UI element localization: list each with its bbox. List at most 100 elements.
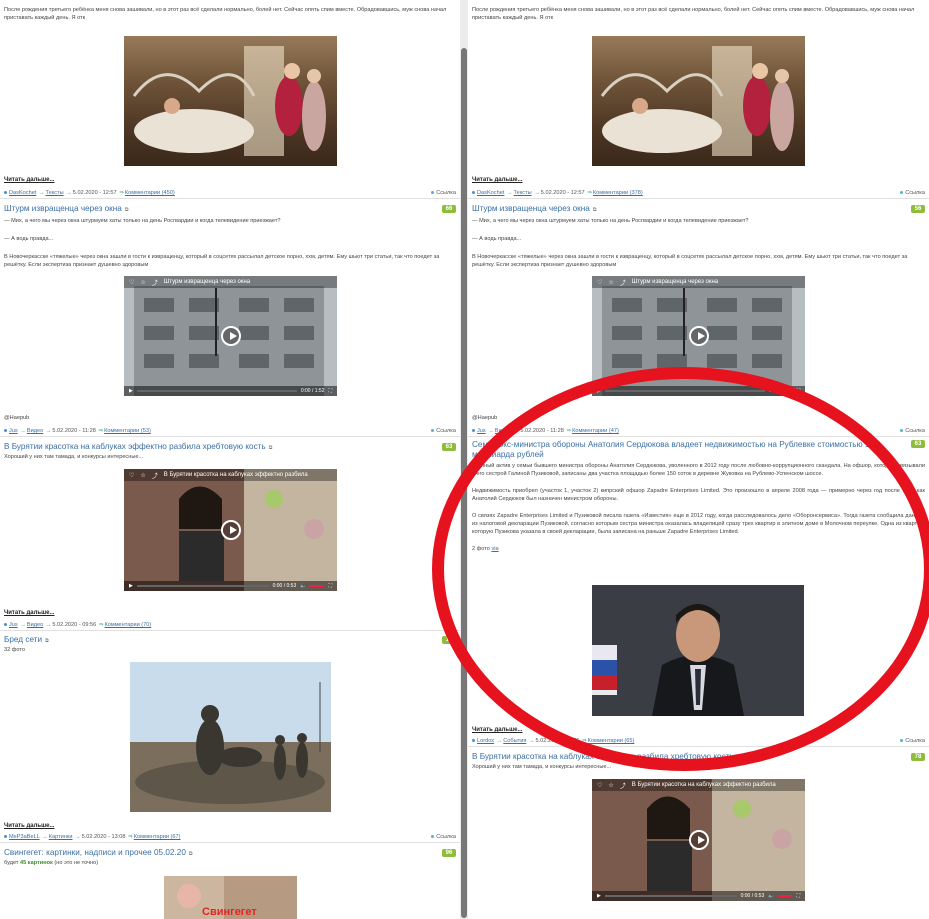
category-link[interactable]: Видео <box>27 622 43 628</box>
play-icon[interactable] <box>220 326 241 346</box>
play-button-small[interactable]: ▶ <box>129 583 133 589</box>
post-image-bedroom[interactable] <box>592 36 805 166</box>
fullscreen-icon[interactable]: ⛶ <box>796 893 800 899</box>
comments-link[interactable]: Комментарии (53) <box>104 428 151 434</box>
read-more-link[interactable]: Читать дальше... <box>4 610 54 616</box>
fullscreen-icon[interactable]: ⛶ <box>796 388 800 394</box>
via-link[interactable]: via <box>491 546 498 552</box>
author-link[interactable]: DasKochet <box>9 190 36 196</box>
author-link[interactable]: MeP3aBeLL <box>9 834 40 840</box>
progress-bar[interactable] <box>136 585 269 587</box>
comments-link[interactable]: Комментарии (378) <box>593 190 643 196</box>
star-icon[interactable]: ☆ <box>140 472 145 479</box>
permalink-button[interactable]: Ссылка <box>431 428 456 434</box>
external-link-icon[interactable]: ⧉ <box>45 638 49 644</box>
read-more-link[interactable]: Читать дальше... <box>4 823 54 829</box>
read-more-link[interactable]: Читать дальше... <box>4 177 54 183</box>
external-link-icon[interactable]: ⧉ <box>189 851 193 857</box>
category-link[interactable]: Тексты <box>46 190 64 196</box>
post-title-link[interactable]: В Бурятии красотка на каблуках эффектно … <box>4 442 266 451</box>
volume-icon[interactable]: 🔈 <box>768 893 774 899</box>
heart-icon[interactable]: ♡ <box>597 782 602 789</box>
progress-bar[interactable] <box>604 390 765 392</box>
user-icon <box>4 191 7 195</box>
post-image-portrait[interactable] <box>592 585 804 716</box>
permalink-label: Ссылка <box>436 834 456 840</box>
category-link[interactable]: Видео <box>495 428 511 434</box>
video-title: Штурм извращенца через окна <box>163 279 251 285</box>
post-card: Бред сети ⧉ 17 32 фото <box>0 633 460 654</box>
comments-link[interactable]: Комментарии (450) <box>125 190 175 196</box>
comments-link[interactable]: Комментарии (47) <box>572 428 619 434</box>
arrow-icon: → <box>66 190 72 196</box>
volume-slider[interactable] <box>310 585 325 587</box>
portrait-scene-graphic <box>592 585 804 716</box>
author-link[interactable]: Jus <box>9 622 18 628</box>
category-link[interactable]: Картинки <box>49 834 73 840</box>
video-player[interactable]: ♡ ☆ ⤴ Штурм извращенца через окна ▶ 0:00… <box>592 276 805 396</box>
external-link-icon[interactable]: ⧉ <box>737 755 741 761</box>
post-title-link[interactable]: В Бурятии красотка на каблуках эффектно … <box>472 752 734 761</box>
share-icon[interactable]: ⤴ <box>620 781 626 790</box>
comments-link[interactable]: Комментарии (67) <box>134 834 181 840</box>
share-icon[interactable]: ⤴ <box>152 278 158 287</box>
heart-icon[interactable]: ♡ <box>597 279 602 286</box>
read-more-link[interactable]: Читать дальше... <box>472 177 522 183</box>
arrow-icon: → <box>528 738 535 744</box>
video-player[interactable]: ♡ ☆ ⤴ В Бурятии красотка на каблуках эфф… <box>592 779 805 901</box>
scrollbar-thumb[interactable] <box>461 48 467 918</box>
play-button-small[interactable]: ▶ <box>129 388 133 394</box>
fullscreen-icon[interactable]: ⛶ <box>328 583 332 589</box>
permalink-button[interactable]: Ссылка <box>900 738 925 744</box>
post-title-link[interactable]: Штурм извращенца через окна <box>472 204 590 213</box>
play-icon[interactable] <box>688 326 709 346</box>
permalink-button[interactable]: Ссылка <box>431 190 456 196</box>
external-link-icon[interactable]: ⧉ <box>593 207 597 213</box>
post-title-link[interactable]: Свингегет: картинки, надписи и прочее 05… <box>4 848 186 857</box>
post-title-link[interactable]: Штурм извращенца через окна <box>4 204 122 213</box>
external-link-icon[interactable]: ⧉ <box>125 207 129 213</box>
share-icon[interactable]: ⤴ <box>620 278 626 287</box>
arrow-icon: → <box>513 428 520 434</box>
author-link[interactable]: Jus <box>9 428 18 434</box>
heart-icon[interactable]: ♡ <box>129 279 134 286</box>
volume-slider[interactable] <box>778 895 793 897</box>
share-icon[interactable]: ⤴ <box>152 471 158 480</box>
author-link[interactable]: DasKochet <box>477 190 504 196</box>
post-title-link[interactable]: Семья экс-министра обороны Анатолия Серд… <box>472 440 892 460</box>
play-icon[interactable] <box>220 520 241 540</box>
comments-link[interactable]: Комментарии (65) <box>588 738 635 744</box>
comments-link[interactable]: Комментарии (70) <box>104 622 151 628</box>
author-link[interactable]: Jus <box>477 428 486 434</box>
star-icon[interactable]: ☆ <box>608 782 613 789</box>
play-button-small[interactable]: ▶ <box>597 388 601 394</box>
post-image-bedroom[interactable] <box>124 36 337 166</box>
arrow-icon: ⇒ <box>128 834 133 840</box>
permalink-button[interactable]: Ссылка <box>431 834 456 840</box>
post-title-link[interactable]: Бред сети <box>4 635 42 644</box>
volume-icon[interactable]: 🔈 <box>300 583 306 589</box>
permalink-button[interactable]: Ссылка <box>900 428 925 434</box>
progress-bar[interactable] <box>136 390 297 392</box>
permalink-label: Ссылка <box>436 428 456 434</box>
author-link[interactable]: Lordox <box>477 738 494 744</box>
star-icon[interactable]: ☆ <box>608 279 613 286</box>
external-link-icon[interactable]: ⧉ <box>269 445 273 451</box>
category-link[interactable]: События <box>503 738 526 744</box>
permalink-label: Ссылка <box>905 190 925 196</box>
post-image-swing[interactable]: Свингегет <box>164 876 297 919</box>
video-player[interactable]: ♡ ☆ ⤴ Штурм извращенца через окна ▶ 0:00… <box>124 276 337 396</box>
read-more-link[interactable]: Читать дальше... <box>472 727 522 733</box>
star-icon[interactable]: ☆ <box>140 279 145 286</box>
progress-bar[interactable] <box>604 895 737 897</box>
category-link[interactable]: Видео <box>27 428 43 434</box>
fullscreen-icon[interactable]: ⛶ <box>328 388 332 394</box>
permalink-button[interactable]: Ссылка <box>900 190 925 196</box>
play-button-small[interactable]: ▶ <box>597 893 601 899</box>
video-player[interactable]: ♡ ☆ ⤴ В Бурятии красотка на каблуках эфф… <box>124 469 337 591</box>
arrow-icon: → <box>496 738 503 744</box>
category-link[interactable]: Тексты <box>514 190 532 196</box>
play-icon[interactable] <box>688 830 709 850</box>
heart-icon[interactable]: ♡ <box>129 472 134 479</box>
post-image-mud[interactable] <box>130 662 331 812</box>
